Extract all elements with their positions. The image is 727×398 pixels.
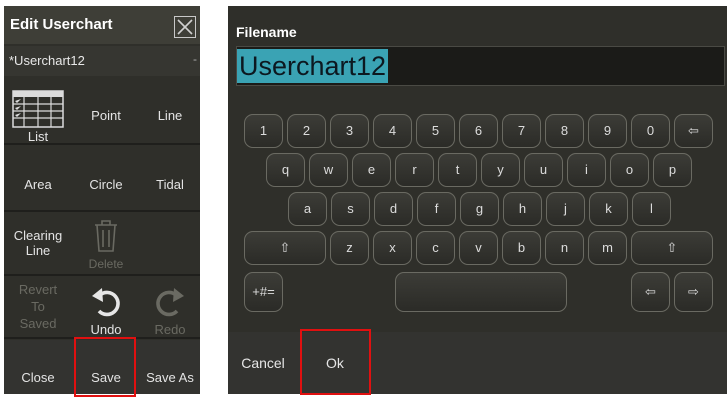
key-s[interactable]: s xyxy=(331,192,370,226)
key-8[interactable]: 8 xyxy=(545,114,584,148)
undo-icon xyxy=(92,288,120,317)
filename-row[interactable]: *Userchart12 - xyxy=(4,46,200,76)
line-tool-button[interactable]: Line xyxy=(140,78,200,144)
area-label: Area xyxy=(24,177,52,192)
tidal-tool-button[interactable]: Tidal xyxy=(140,146,200,211)
key-2[interactable]: 2 xyxy=(287,114,326,148)
revert-to-saved-button[interactable]: Revert To Saved xyxy=(4,277,72,339)
key-y[interactable]: y xyxy=(481,153,520,187)
panel-titlebar: Edit Userchart xyxy=(4,6,200,44)
trash-icon xyxy=(95,220,117,252)
circle-label: Circle xyxy=(89,177,123,192)
redo-label: Redo xyxy=(154,322,186,337)
key-i[interactable]: i xyxy=(567,153,606,187)
key-n[interactable]: n xyxy=(545,231,584,265)
key-7[interactable]: 7 xyxy=(502,114,541,148)
clearing-line-label: Clearing Line xyxy=(13,228,63,258)
key-o[interactable]: o xyxy=(610,153,649,187)
on-screen-keyboard: 1 2 3 4 5 6 7 8 9 0 ⇦ q w e r t y u i o … xyxy=(228,92,727,326)
circle-tool-button[interactable]: Circle xyxy=(72,146,140,211)
list-label: List xyxy=(27,129,49,144)
save-highlight-box xyxy=(74,337,136,397)
table-icon xyxy=(12,90,64,128)
key-g[interactable]: g xyxy=(460,192,499,226)
filename-text: *Userchart12 xyxy=(9,53,85,68)
key-t[interactable]: t xyxy=(438,153,477,187)
clearing-line-tool-button[interactable]: Clearing Line xyxy=(4,213,72,275)
key-p[interactable]: p xyxy=(653,153,692,187)
delete-label: Delete xyxy=(88,257,124,271)
redo-icon xyxy=(156,288,184,317)
cursor-left-key[interactable]: ⇦ xyxy=(631,272,670,312)
point-tool-button[interactable]: Point xyxy=(72,78,140,144)
save-as-label: Save As xyxy=(146,370,194,385)
close-label: Close xyxy=(21,370,55,385)
cancel-button[interactable]: Cancel xyxy=(228,332,298,394)
ok-highlight-box xyxy=(300,329,371,395)
key-b[interactable]: b xyxy=(502,231,541,265)
key-d[interactable]: d xyxy=(374,192,413,226)
key-c[interactable]: c xyxy=(416,231,455,265)
filename-input-value: Userchart12 xyxy=(237,49,389,83)
edit-userchart-panel: Edit Userchart *Userchart12 - List Point… xyxy=(4,6,200,394)
list-tool-button[interactable]: List xyxy=(4,78,72,144)
undo-label: Undo xyxy=(90,322,122,337)
filename-suffix: - xyxy=(193,52,197,66)
save-as-button[interactable]: Save As xyxy=(140,340,200,394)
key-j[interactable]: j xyxy=(546,192,585,226)
key-h[interactable]: h xyxy=(503,192,542,226)
close-button[interactable]: Close xyxy=(4,340,72,394)
key-e[interactable]: e xyxy=(352,153,391,187)
backspace-key[interactable]: ⇦ xyxy=(674,114,713,148)
key-3[interactable]: 3 xyxy=(330,114,369,148)
key-v[interactable]: v xyxy=(459,231,498,265)
cursor-right-key[interactable]: ⇨ xyxy=(674,272,713,312)
key-4[interactable]: 4 xyxy=(373,114,412,148)
key-q[interactable]: q xyxy=(266,153,305,187)
space-key[interactable] xyxy=(395,272,567,312)
area-tool-button[interactable]: Area xyxy=(4,146,72,211)
key-l[interactable]: l xyxy=(632,192,671,226)
key-f[interactable]: f xyxy=(417,192,456,226)
key-0[interactable]: 0 xyxy=(631,114,670,148)
key-r[interactable]: r xyxy=(395,153,434,187)
point-label: Point xyxy=(91,108,121,123)
key-1[interactable]: 1 xyxy=(244,114,283,148)
key-6[interactable]: 6 xyxy=(459,114,498,148)
redo-button[interactable]: Redo xyxy=(140,277,200,339)
delete-button[interactable]: Delete xyxy=(72,213,140,275)
key-w[interactable]: w xyxy=(309,153,348,187)
key-5[interactable]: 5 xyxy=(416,114,455,148)
key-9[interactable]: 9 xyxy=(588,114,627,148)
filename-input[interactable]: Userchart12 xyxy=(236,46,725,86)
key-a[interactable]: a xyxy=(288,192,327,226)
shift-key-right[interactable]: ⇧ xyxy=(631,231,713,265)
close-icon[interactable] xyxy=(174,16,196,38)
panel-title: Edit Userchart xyxy=(10,16,113,33)
key-k[interactable]: k xyxy=(589,192,628,226)
key-m[interactable]: m xyxy=(588,231,627,265)
tidal-label: Tidal xyxy=(156,177,184,192)
key-z[interactable]: z xyxy=(330,231,369,265)
symbols-key[interactable]: +#= xyxy=(244,272,283,312)
line-label: Line xyxy=(157,108,183,123)
key-u[interactable]: u xyxy=(524,153,563,187)
revert-label: Revert To Saved xyxy=(18,282,58,331)
shift-key-left[interactable]: ⇧ xyxy=(244,231,326,265)
undo-button[interactable]: Undo xyxy=(72,277,140,339)
key-x[interactable]: x xyxy=(373,231,412,265)
filename-label: Filename xyxy=(236,24,297,40)
